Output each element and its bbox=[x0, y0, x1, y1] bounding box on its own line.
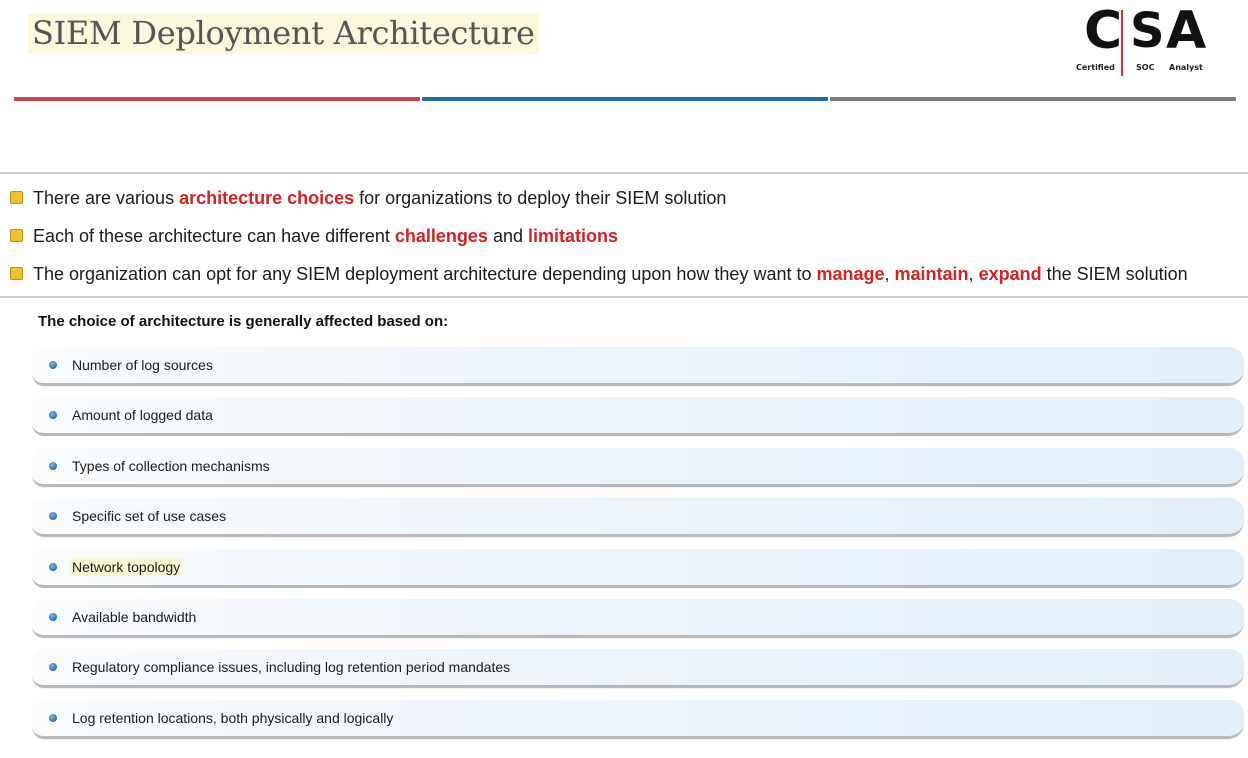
yellow-square-bullet-icon bbox=[10, 228, 23, 242]
blue-dot-bullet-icon bbox=[49, 663, 57, 671]
factor-item-text: Regulatory compliance issues, including … bbox=[72, 659, 511, 675]
bullet-highlight: challenges bbox=[394, 226, 488, 246]
bullet-text-part: and bbox=[487, 226, 528, 246]
blue-dot-bullet-icon bbox=[49, 714, 57, 722]
divider-middle bbox=[0, 296, 1248, 298]
header-bar-blue bbox=[422, 97, 828, 101]
factor-item-text: Types of collection mechanisms bbox=[72, 458, 270, 474]
yellow-square-bullet-icon bbox=[10, 190, 23, 204]
bullet-highlight: expand bbox=[978, 264, 1042, 284]
blue-dot-bullet-icon bbox=[49, 411, 57, 419]
factor-item-text: Number of log sources bbox=[72, 357, 213, 373]
factor-item-retention-locations: Log retention locations, both physically… bbox=[32, 700, 1244, 739]
logo-caption-certified: Certified bbox=[1076, 63, 1115, 72]
logo-divider bbox=[1121, 10, 1123, 76]
bullet-text-part: The organization can opt for any SIEM de… bbox=[33, 264, 817, 284]
bullet-text-part: Each of these architecture can have diff… bbox=[33, 226, 395, 246]
bullet-point-3: The organization can opt for any SIEM de… bbox=[10, 260, 1188, 288]
factor-item-logged-data: Amount of logged data bbox=[32, 397, 1244, 436]
factors-heading: The choice of architecture is generally … bbox=[38, 313, 449, 330]
factor-item-collection-mechanisms: Types of collection mechanisms bbox=[32, 448, 1244, 487]
bullet-text-part: , bbox=[968, 264, 979, 284]
factor-item-log-sources: Number of log sources bbox=[32, 347, 1244, 386]
logo-caption-soc: SOC bbox=[1136, 63, 1155, 72]
blue-dot-bullet-icon bbox=[49, 613, 57, 621]
factor-item-text: Available bandwidth bbox=[72, 609, 197, 625]
factor-item-regulatory-compliance: Regulatory compliance issues, including … bbox=[32, 649, 1244, 688]
divider-top bbox=[0, 172, 1248, 174]
yellow-square-bullet-icon bbox=[10, 266, 23, 280]
header-bar-red bbox=[14, 97, 420, 101]
bullet-highlight: limitations bbox=[527, 226, 618, 246]
blue-dot-bullet-icon bbox=[49, 462, 57, 470]
header-color-bars bbox=[14, 97, 1236, 103]
factor-item-bandwidth: Available bandwidth bbox=[32, 599, 1244, 638]
factor-item-use-cases: Specific set of use cases bbox=[32, 498, 1244, 537]
blue-dot-bullet-icon bbox=[49, 361, 57, 369]
slide-title: SIEM Deployment Architecture bbox=[28, 14, 539, 54]
bullet-highlight: manage bbox=[816, 264, 885, 284]
csa-logo: C S A Certified SOC Analyst bbox=[1074, 4, 1206, 76]
factor-item-network-topology: Network topology bbox=[32, 549, 1244, 588]
logo-letter-c: C bbox=[1084, 1, 1123, 61]
factor-item-text: Log retention locations, both physically… bbox=[72, 710, 394, 726]
factor-item-text: Amount of logged data bbox=[72, 407, 213, 423]
bullet-highlight: architecture choices bbox=[179, 188, 355, 208]
bullet-highlight: maintain bbox=[894, 264, 969, 284]
logo-letter-a: A bbox=[1166, 1, 1207, 61]
bullet-text-part: for organizations to deploy their SIEM s… bbox=[354, 188, 727, 208]
factor-item-text: Network topology bbox=[70, 558, 183, 576]
logo-letters: C S A bbox=[1074, 4, 1206, 58]
bullet-text-part: , bbox=[884, 264, 895, 284]
blue-dot-bullet-icon bbox=[49, 563, 57, 571]
bullet-text-part: the SIEM solution bbox=[1041, 264, 1188, 284]
bullet-text-part: There are various bbox=[33, 188, 180, 208]
bullet-point-1: There are various architecture choices f… bbox=[10, 184, 726, 212]
header-bar-gray bbox=[830, 97, 1236, 101]
factor-item-text: Specific set of use cases bbox=[72, 508, 227, 524]
bullet-point-2: Each of these architecture can have diff… bbox=[10, 222, 618, 250]
blue-dot-bullet-icon bbox=[49, 512, 57, 520]
logo-caption-analyst: Analyst bbox=[1169, 63, 1203, 72]
logo-letter-s: S bbox=[1130, 3, 1165, 59]
